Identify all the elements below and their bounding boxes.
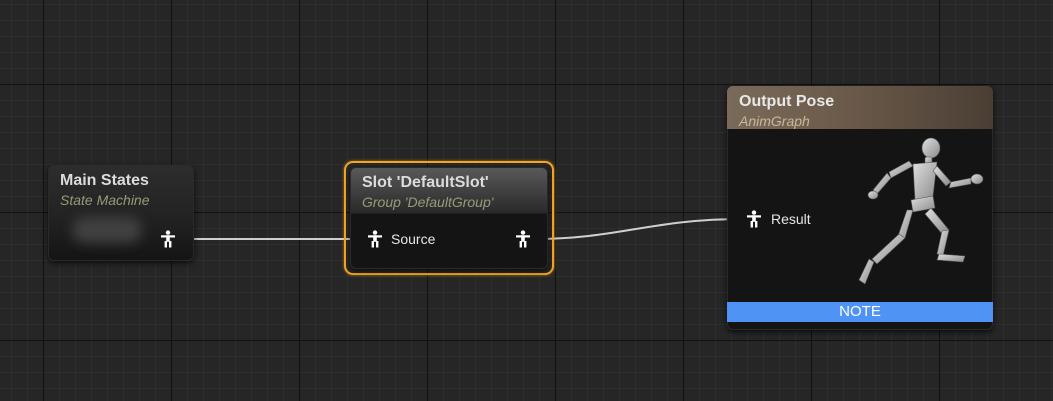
- state-machine-preview: [72, 217, 142, 243]
- mannequin-preview-icon: [858, 137, 984, 285]
- node-title: Output Pose: [739, 93, 835, 110]
- pose-output-pin-icon[interactable]: [159, 230, 177, 248]
- node-header: Slot 'DefaultSlot' Group 'DefaultGroup': [350, 167, 548, 211]
- slot-node[interactable]: Slot 'DefaultSlot' Group 'DefaultGroup' …: [350, 167, 548, 269]
- node-header: Main States State Machine: [48, 165, 194, 209]
- pose-input-pin-icon[interactable]: [745, 210, 763, 228]
- node-header: Output Pose AnimGraph: [727, 86, 993, 129]
- pose-output-pin-icon[interactable]: [514, 230, 532, 248]
- node-subtitle: State Machine: [60, 192, 150, 208]
- node-subtitle: Group 'DefaultGroup': [362, 194, 494, 210]
- note-bar[interactable]: NOTE: [727, 302, 993, 322]
- node-subtitle: AnimGraph: [739, 113, 810, 129]
- node-title: Slot 'DefaultSlot': [362, 174, 489, 191]
- pin-label-source: Source: [391, 231, 436, 247]
- main-states-node[interactable]: Main States State Machine: [48, 165, 194, 261]
- output-pose-node[interactable]: Output Pose AnimGraph Result NOTE: [727, 86, 993, 330]
- wire-slot-to-output[interactable]: [532, 218, 745, 240]
- node-title: Main States: [60, 172, 149, 189]
- pin-label-result: Result: [771, 211, 811, 227]
- pose-input-pin-icon[interactable]: [366, 230, 384, 248]
